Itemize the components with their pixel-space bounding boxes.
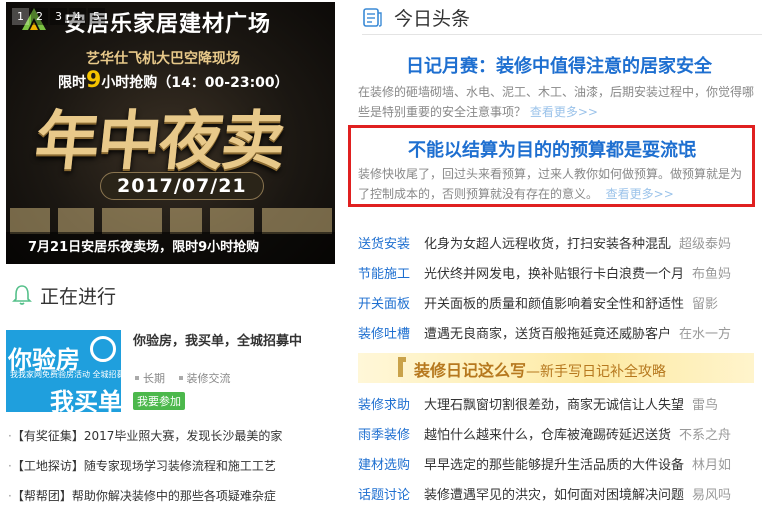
news-row[interactable]: 建材选购 早早选定的那些能够提升生活品质的大件设备 林月如 xyxy=(358,453,770,483)
category-link[interactable]: 装修吐槽 xyxy=(358,322,424,352)
slide-dot[interactable]: 2 xyxy=(31,8,48,25)
list-item[interactable]: · 【帮帮团】帮助你解决装修中的那些各项疑难杂症 xyxy=(8,484,336,514)
ongoing-header: 正在进行 xyxy=(12,282,116,308)
news-link[interactable]: 化身为女超人远程收货，打扫安装各种混乱 xyxy=(424,232,671,262)
headline-title[interactable]: 不能以结算为目的的预算都是耍流氓 xyxy=(352,136,752,162)
newspaper-icon xyxy=(363,8,382,27)
news-link[interactable]: 遭遇无良商家，送货百般拖延竟还威胁客户 xyxy=(424,322,671,352)
slide-dot[interactable]: 3 xyxy=(50,8,67,25)
banner-decor xyxy=(6,208,335,234)
author-name[interactable]: 布鱼妈 xyxy=(692,262,731,292)
read-more-link[interactable]: 查看更多>> xyxy=(606,187,674,201)
banner-caption[interactable]: 7月21日安居乐夜卖场，限时9小时抢购 xyxy=(6,232,335,264)
author-name[interactable]: 超级泰妈 xyxy=(679,232,731,262)
list-item[interactable]: · 【工地探访】随专家现场学习装修流程和施工工艺 xyxy=(8,454,336,484)
author-name[interactable]: 雷鸟 xyxy=(692,393,718,423)
author-name[interactable]: 易风吗 xyxy=(692,483,731,513)
news-row[interactable]: 雨季装修 越怕什么越来什么，仓库被淹踢砖延迟送货 不系之舟 xyxy=(358,423,770,453)
slide-dot[interactable]: 5 xyxy=(88,8,105,25)
activity-tag: 装修交流 xyxy=(186,372,231,385)
diary-banner[interactable]: 装修日记这么写—新手写日记补全攻略 xyxy=(358,353,754,383)
news-link[interactable]: 光伏终并网发电，换补贴银行卡白浪费一个月 xyxy=(424,262,684,292)
news-link[interactable]: 开关面板的质量和颜值影响着安全性和舒适性 xyxy=(424,292,684,322)
news-title: 今日头条 xyxy=(394,7,471,30)
activity-thumbnail[interactable]: 你验房 我我家网免费验房活动 全城招募中！ 我买单 xyxy=(6,330,121,412)
magnifier-icon xyxy=(90,336,116,362)
news-row[interactable]: 话题讨论 装修遭遇罕见的洪灾，如何面对困境解决问题 易风吗 xyxy=(358,483,770,513)
list-item[interactable]: · 【有奖征集】2017毕业照大赛，发现长沙最美的家 xyxy=(8,424,336,454)
banner-big-title: 年中夜卖 xyxy=(31,105,288,179)
banner-subtitle: 艺华仕飞机大巴空降现场 xyxy=(86,51,240,67)
activity-tags: 长期 装修交流 xyxy=(133,370,231,386)
thumb-subtext: 我我家网免费验房活动 全城招募中！ xyxy=(10,370,121,379)
author-name[interactable]: 不系之舟 xyxy=(679,423,731,453)
news-link[interactable]: 装修遭遇罕见的洪灾，如何面对困境解决问题 xyxy=(424,483,684,513)
news-row[interactable]: 节能施工 光伏终并网发电，换补贴银行卡白浪费一个月 布鱼妈 xyxy=(358,262,770,292)
category-link[interactable]: 建材选购 xyxy=(358,453,424,483)
read-more-link[interactable]: 查看更多>> xyxy=(530,105,598,119)
activity-title[interactable]: 你验房，我买单，全城招募中 xyxy=(133,330,302,349)
news-list: 装修求助 大理石飘窗切割很差劲，商家无诚信让人失望 雷鸟 雨季装修 越怕什么越来什么，… xyxy=(358,393,770,513)
news-row[interactable]: 开关面板 开关面板的质量和颜值影响着安全性和舒适性 留影 xyxy=(358,292,770,322)
category-link[interactable]: 节能施工 xyxy=(358,262,424,292)
bell-icon xyxy=(12,285,32,305)
category-link[interactable]: 雨季装修 xyxy=(358,423,424,453)
ongoing-list: · 【有奖征集】2017毕业照大赛，发现长沙最美的家 · 【工地探访】随专家现场学习… xyxy=(8,424,336,514)
category-link[interactable]: 送货安装 xyxy=(358,232,424,262)
thumb-text: 我买单 xyxy=(50,388,121,412)
news-link[interactable]: 早早选定的那些能够提升生活品质的大件设备 xyxy=(424,453,684,483)
banner-date: 2017/07/21 xyxy=(100,172,264,200)
slide-dot[interactable]: 1 xyxy=(12,8,29,25)
author-name[interactable]: 留影 xyxy=(692,292,718,322)
news-row[interactable]: 送货安装 化身为女超人远程收货，打扫安装各种混乱 超级泰妈 xyxy=(358,232,770,262)
activity-tag: 长期 xyxy=(143,372,165,385)
author-name[interactable]: 在水一方 xyxy=(679,322,731,352)
category-link[interactable]: 装修求助 xyxy=(358,393,424,423)
headline-title[interactable]: 日记月赛：装修中值得注意的居家安全 xyxy=(352,52,766,78)
author-name[interactable]: 林月如 xyxy=(692,453,731,483)
quote-mark-icon xyxy=(398,357,406,377)
category-link[interactable]: 开关面板 xyxy=(358,292,424,322)
activity-card[interactable]: 你验房 我我家网免费验房活动 全城招募中！ 我买单 你验房，我买单，全城招募中 … xyxy=(6,330,336,414)
promo-banner[interactable]: 1 2 3 4 5 安居乐家居建材广场 艺华仕飞机大巴空降现场 限时9小时抢购（… xyxy=(6,2,335,264)
news-row[interactable]: 装修求助 大理石飘窗切割很差劲，商家无诚信让人失望 雷鸟 xyxy=(358,393,770,423)
news-link[interactable]: 越怕什么越来什么，仓库被淹踢砖延迟送货 xyxy=(424,423,671,453)
join-button[interactable]: 我要参加 xyxy=(133,392,185,410)
ongoing-title: 正在进行 xyxy=(40,285,117,308)
news-row[interactable]: 装修吐槽 遭遇无良商家，送货百般拖延竟还威胁客户 在水一方 xyxy=(358,322,770,352)
headline-summary: 在装修的砸墙砌墙、水电、泥工、木工、油漆，后期安装过程中，你觉得哪些是特别重要的… xyxy=(358,85,755,119)
slide-dot[interactable]: 4 xyxy=(69,8,86,25)
divider xyxy=(362,34,762,35)
diary-banner-text: 装修日记这么写—新手写日记补全攻略 xyxy=(414,361,667,380)
news-link[interactable]: 大理石飘窗切割很差劲，商家无诚信让人失望 xyxy=(424,393,684,423)
news-header: 今日头条 xyxy=(362,4,762,35)
news-list: 送货安装 化身为女超人远程收货，打扫安装各种混乱 超级泰妈 节能施工 光伏终并网发电，… xyxy=(358,232,770,352)
headline-summary: 装修快收尾了，回过头来看预算，过来人教你如何做预算。做预算就是为了控制成本的，否… xyxy=(358,167,743,201)
slide-indicator: 1 2 3 4 5 xyxy=(12,8,105,25)
category-link[interactable]: 话题讨论 xyxy=(358,483,424,513)
